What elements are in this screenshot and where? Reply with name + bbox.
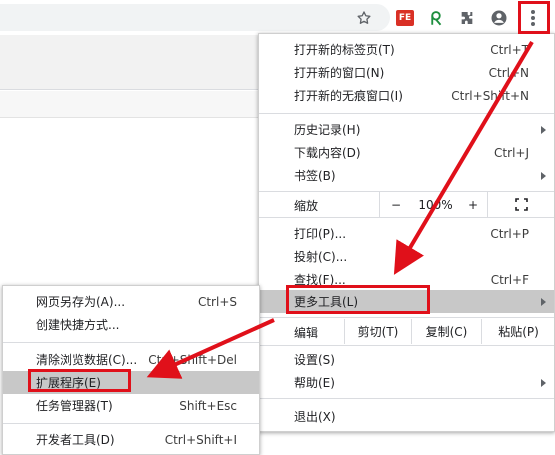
annotation-arrows: [146, 40, 534, 379]
arrow-to-more-tools: [393, 40, 534, 275]
arrow-to-extensions: [146, 318, 275, 379]
